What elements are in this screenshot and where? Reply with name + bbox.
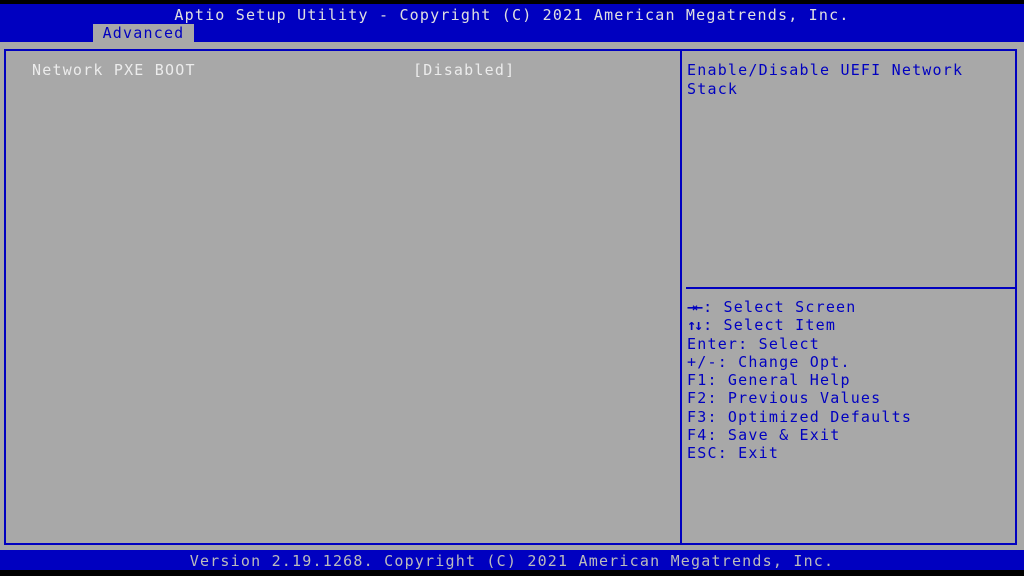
- help-description: Enable/Disable UEFI Network Stack: [687, 61, 964, 98]
- setting-network-pxe-boot[interactable]: Network PXE BOOT [Disabled]: [32, 61, 672, 79]
- tab-advanced[interactable]: Advanced: [93, 24, 194, 42]
- up-down-arrows-icon: ↑↓: [687, 316, 703, 335]
- help-divider: [686, 287, 1015, 289]
- key-f2-previous: F2: Previous Values: [687, 389, 882, 408]
- header-bar: Aptio Setup Utility - Copyright (C) 2021…: [0, 4, 1024, 42]
- key-change-opt: +/-: Change Opt.: [687, 352, 851, 371]
- app-title: Aptio Setup Utility - Copyright (C) 2021…: [174, 6, 850, 24]
- left-right-arrows-icon: →←: [687, 298, 703, 316]
- key-enter: Enter: Select: [687, 334, 820, 353]
- main-area: Network PXE BOOT [Disabled] Enable/Disab…: [0, 42, 1024, 550]
- footer-version: Version 2.19.1268. Copyright (C) 2021 Am…: [189, 552, 835, 570]
- key-f3-defaults: F3: Optimized Defaults: [687, 407, 913, 426]
- key-f4-save-exit: F4: Save & Exit: [687, 426, 841, 445]
- settings-panel: Network PXE BOOT [Disabled]: [4, 49, 680, 545]
- setting-value[interactable]: [Disabled]: [413, 61, 515, 79]
- footer-bar: Version 2.19.1268. Copyright (C) 2021 Am…: [0, 550, 1024, 570]
- key-select-item: ↑↓: Select Item: [687, 316, 912, 334]
- setting-label: Network PXE BOOT: [32, 61, 196, 79]
- help-panel: Enable/Disable UEFI Network Stack →←: Se…: [680, 49, 1017, 545]
- key-description: : Select Item: [703, 316, 837, 335]
- key-description: : Select Screen: [703, 298, 857, 316]
- key-legend: →←: Select Screen ↑↓: Select Item Enter:…: [687, 298, 912, 463]
- key-esc-exit: ESC: Exit: [687, 444, 780, 463]
- key-select-screen: →←: Select Screen: [687, 298, 912, 316]
- key-f1-help: F1: General Help: [687, 371, 851, 390]
